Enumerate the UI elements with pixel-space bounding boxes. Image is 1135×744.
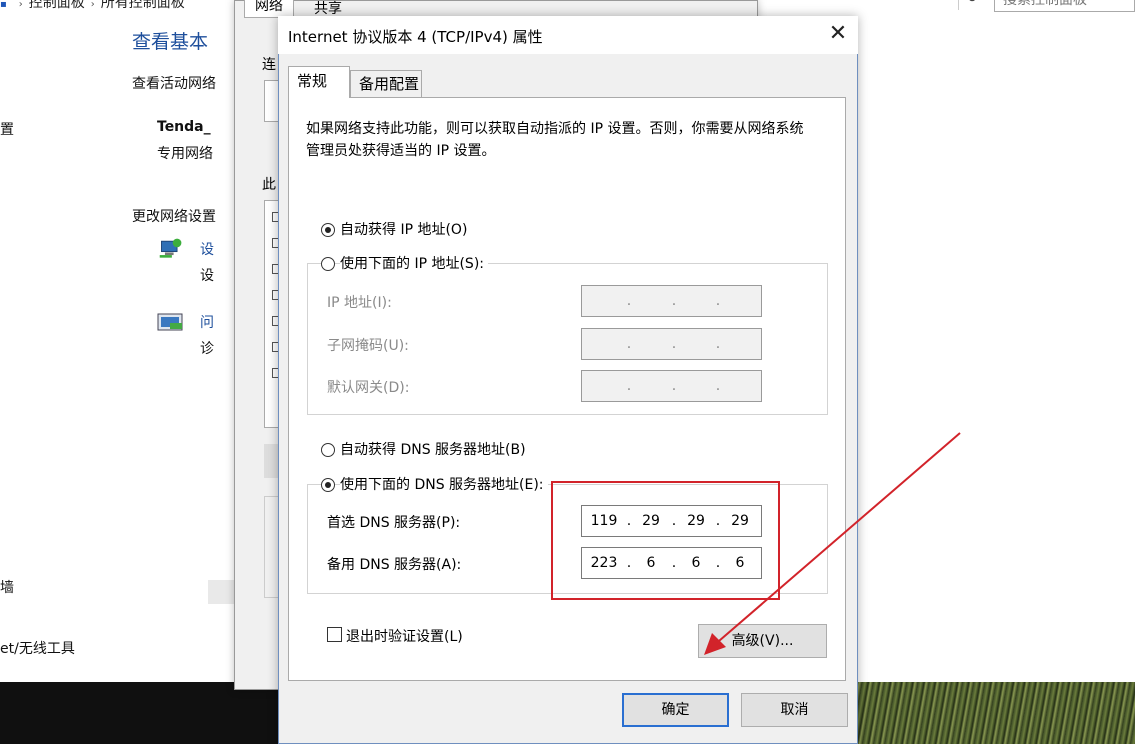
ip-octet[interactable] — [678, 286, 714, 316]
preferred-dns-label: 首选 DNS 服务器(P): — [327, 515, 461, 531]
octet-dot: . — [715, 293, 721, 309]
search-input[interactable]: 搜索控制面板 — [994, 0, 1135, 12]
ip-octet[interactable] — [582, 371, 618, 401]
troubleshoot-desc: 诊 — [200, 341, 214, 357]
ip-octet[interactable] — [582, 329, 618, 359]
breadcrumb-separator-icon: › — [90, 0, 95, 10]
change-settings-heading: 更改网络设置 — [132, 209, 216, 225]
validate-on-exit-label[interactable]: 退出时验证设置(L) — [346, 626, 463, 646]
network-type: 专用网络 — [157, 146, 213, 162]
nav-icon: ▪ — [0, 0, 7, 10]
ok-button[interactable]: 确定 — [622, 693, 729, 727]
manual-ip-label[interactable]: 使用下面的 IP 地址(S): — [340, 253, 488, 273]
octet-dot: . — [626, 336, 632, 352]
default-gateway-input[interactable]: . . . — [581, 370, 762, 402]
ip-octet[interactable] — [722, 286, 758, 316]
page-title: 查看基本 — [132, 31, 209, 53]
network-setup-icon[interactable] — [156, 236, 186, 262]
tab-alternate-config[interactable]: 备用配置 — [350, 70, 422, 97]
manual-ip-radio[interactable] — [321, 257, 335, 271]
tab-general[interactable]: 常规 — [288, 66, 350, 98]
ip-octet[interactable] — [582, 286, 618, 316]
validate-on-exit-checkbox[interactable] — [327, 627, 342, 642]
setup-desc: 设 — [200, 268, 214, 284]
ip-octet[interactable] — [722, 371, 758, 401]
connect-label: 连 — [262, 57, 276, 73]
alternate-dns-label: 备用 DNS 服务器(A): — [327, 557, 462, 573]
refresh-icon[interactable]: ↻ — [958, 0, 985, 10]
active-network-heading: 查看活动网络 — [132, 76, 216, 92]
ip-octet[interactable] — [633, 371, 669, 401]
ip-octet[interactable] — [633, 329, 669, 359]
sidebar-fragment[interactable]: 墙 — [0, 577, 14, 597]
troubleshoot-link[interactable]: 问 — [200, 312, 214, 332]
ip-octet[interactable] — [633, 286, 669, 316]
ip-address-input[interactable]: . . . — [581, 285, 762, 317]
default-gateway-label: 默认网关(D): — [327, 380, 410, 396]
description-text: 如果网络支持此功能，则可以获取自动指派的 IP 设置。否则，你需要从网络系统管理… — [306, 121, 804, 159]
chevron-down-icon[interactable]: ⌄ — [938, 0, 958, 8]
subnet-mask-input[interactable]: . . . — [581, 328, 762, 360]
auto-ip-label[interactable]: 自动获得 IP 地址(O) — [340, 219, 468, 239]
octet-dot: . — [671, 293, 677, 309]
setup-link[interactable]: 设 — [200, 239, 214, 259]
octet-dot: . — [626, 378, 632, 394]
troubleshoot-icon[interactable] — [156, 311, 186, 337]
manual-dns-radio[interactable] — [321, 478, 335, 492]
ip-address-label: IP 地址(I): — [327, 295, 392, 311]
octet-dot: . — [671, 336, 677, 352]
octet-dot: . — [715, 336, 721, 352]
ip-octet[interactable] — [678, 371, 714, 401]
network-name: Tenda_ — [157, 119, 211, 135]
ip-octet[interactable] — [722, 329, 758, 359]
auto-dns-label[interactable]: 自动获得 DNS 服务器地址(B) — [340, 439, 526, 459]
sidebar-fragment[interactable]: 置 — [0, 119, 14, 139]
cancel-button[interactable]: 取消 — [741, 693, 848, 727]
ip-octet[interactable] — [678, 329, 714, 359]
close-icon[interactable]: ✕ — [826, 22, 850, 46]
octet-dot: . — [671, 378, 677, 394]
breadcrumb[interactable]: ▪ › 控制面板 › 所有控制面板 — [0, 0, 185, 12]
breadcrumb-item[interactable]: 所有控制面板 — [101, 0, 185, 11]
auto-dns-radio[interactable] — [321, 443, 335, 457]
annotation-arrow-icon — [704, 432, 961, 655]
manual-dns-label[interactable]: 使用下面的 DNS 服务器地址(E): — [340, 474, 548, 494]
octet-dot: . — [715, 378, 721, 394]
subnet-mask-label: 子网掩码(U): — [327, 338, 409, 354]
dialog-title: Internet 协议版本 4 (TCP/IPv4) 属性 — [288, 28, 543, 46]
sidebar-fragment[interactable]: et/无线工具 — [0, 638, 75, 658]
octet-dot: . — [626, 293, 632, 309]
wallpaper-grass — [840, 682, 1135, 744]
auto-ip-radio[interactable] — [321, 223, 335, 237]
breadcrumb-item[interactable]: 控制面板 — [29, 0, 85, 11]
items-label: 此 — [262, 177, 276, 193]
breadcrumb-separator-icon: › — [18, 0, 23, 10]
